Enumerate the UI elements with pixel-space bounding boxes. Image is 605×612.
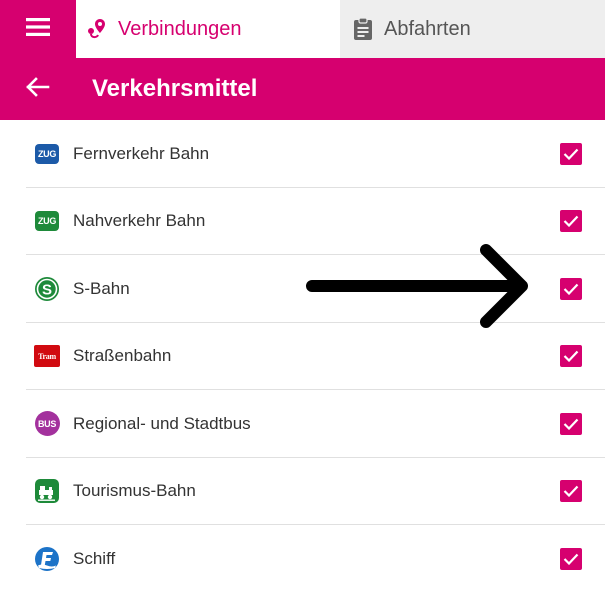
ferry-icon	[34, 546, 60, 572]
bus-badge: BUS	[34, 411, 60, 437]
list-item-fernverkehr[interactable]: ZUG Fernverkehr Bahn	[0, 120, 605, 188]
list-item-bus[interactable]: BUS Regional- und Stadtbus	[0, 390, 605, 458]
list-item-label: Straßenbahn	[73, 346, 172, 366]
list-item-label: Tourismus-Bahn	[73, 481, 196, 501]
checkbox-tourismus[interactable]	[560, 480, 582, 503]
back-button[interactable]	[0, 58, 76, 120]
clipboard-icon	[350, 16, 376, 42]
list-item-label: Nahverkehr Bahn	[73, 211, 206, 231]
list-item-sbahn[interactable]: S S-Bahn	[0, 255, 605, 323]
transport-mode-list: ZUG Fernverkehr Bahn ZUG Nahverkehr Bahn…	[0, 120, 605, 593]
page-header: Verkehrsmittel	[0, 58, 605, 120]
list-item-label: Fernverkehr Bahn	[73, 143, 210, 163]
checkmark-icon	[563, 350, 579, 363]
route-pin-icon	[84, 16, 110, 42]
checkbox-nahverkehr[interactable]	[560, 210, 582, 233]
top-tab-bar: Verbindungen Abfahrten	[0, 0, 605, 58]
svg-text:S: S	[42, 281, 52, 298]
hamburger-icon	[26, 17, 50, 42]
checkbox-strassenbahn[interactable]	[560, 345, 582, 368]
tram-icon: Tram	[34, 343, 60, 369]
list-item-schiff[interactable]: Schiff	[0, 525, 605, 593]
zug-blue-icon: ZUG	[34, 141, 60, 167]
checkmark-icon	[563, 485, 579, 498]
menu-button[interactable]	[0, 0, 76, 58]
arrow-left-icon	[26, 76, 50, 102]
checkbox-schiff[interactable]	[560, 547, 582, 570]
tram-badge: Tram	[34, 345, 60, 368]
tab-connections[interactable]: Verbindungen	[76, 0, 340, 58]
steam-train-icon	[34, 478, 60, 504]
zug-green-icon: ZUG	[34, 208, 60, 234]
checkmark-icon	[563, 283, 579, 295]
checkbox-bus[interactable]	[560, 412, 582, 435]
zug-badge: ZUG	[35, 143, 59, 164]
checkmark-icon	[563, 148, 579, 160]
tab-departures[interactable]: Abfahrten	[340, 0, 605, 58]
tab-departures-label: Abfahrten	[384, 17, 471, 40]
checkbox-sbahn[interactable]	[560, 277, 582, 300]
bus-icon: BUS	[34, 411, 60, 437]
page-title: Verkehrsmittel	[92, 75, 258, 102]
tab-connections-label: Verbindungen	[118, 17, 242, 40]
sbahn-icon: S	[34, 276, 60, 302]
checkbox-fernverkehr[interactable]	[560, 142, 582, 165]
list-item-label: S-Bahn	[73, 278, 130, 298]
zug-badge: ZUG	[35, 211, 59, 232]
checkmark-icon	[563, 215, 579, 228]
checkmark-icon	[563, 553, 579, 565]
list-item-strassenbahn[interactable]: Tram Straßenbahn	[0, 323, 605, 391]
list-item-label: Regional- und Stadtbus	[73, 413, 251, 433]
checkmark-icon	[563, 418, 579, 430]
list-item-label: Schiff	[73, 548, 116, 568]
list-item-tourismus[interactable]: Tourismus-Bahn	[0, 458, 605, 526]
list-item-nahverkehr[interactable]: ZUG Nahverkehr Bahn	[0, 188, 605, 256]
